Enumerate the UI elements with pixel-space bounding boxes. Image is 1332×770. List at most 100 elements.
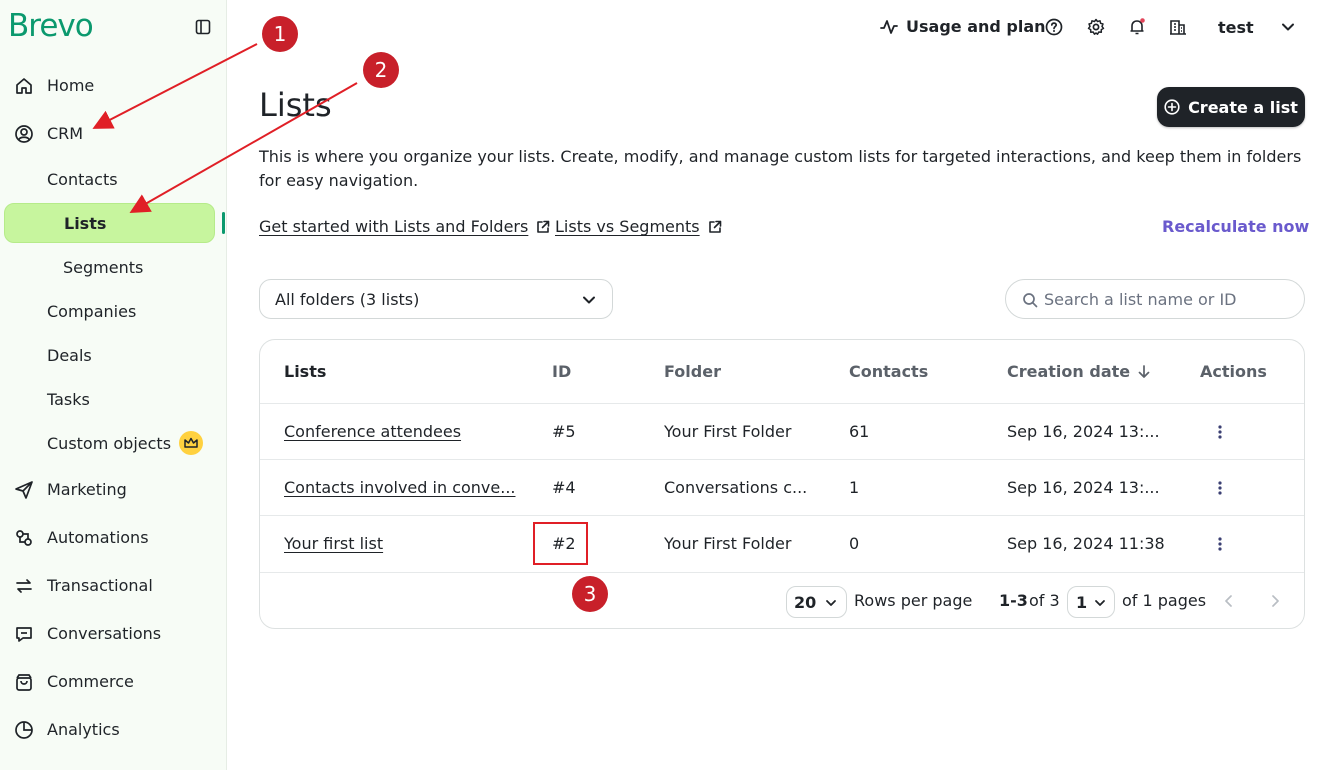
send-icon (15, 481, 33, 499)
sidebar-item-conversations[interactable]: Conversations (0, 611, 227, 655)
search-icon (1023, 293, 1038, 308)
sidebar-item-lists[interactable]: Lists (4, 203, 215, 243)
list-folder: Conversations c... (664, 478, 808, 497)
sidebar-item-companies[interactable]: Companies (0, 291, 227, 331)
bag-icon (16, 674, 32, 691)
brand-logo[interactable]: Brevo (8, 8, 94, 44)
more-actions-icon[interactable] (1218, 424, 1222, 440)
usage-and-plan-button[interactable]: Usage and plan (880, 17, 1046, 36)
sidebar-item-crm[interactable]: CRM (0, 111, 227, 155)
annotation-step-3: 3 (572, 576, 608, 612)
list-name-link[interactable]: Contacts involved in conve... (284, 478, 515, 497)
annotation-step-2: 2 (363, 52, 399, 88)
sidebar-item-home[interactable]: Home (0, 63, 227, 107)
sidebar: Brevo Home CRM Contacts Lists Segments C… (0, 0, 227, 770)
sidebar-item-label: Conversations (47, 623, 162, 643)
list-name-link[interactable]: Your first list (284, 534, 383, 553)
more-actions-icon[interactable] (1218, 480, 1222, 496)
rows-per-page-value: 20 (794, 592, 817, 612)
sidebar-item-contacts[interactable]: Contacts (0, 159, 227, 199)
create-list-button[interactable]: Create a list (1157, 87, 1305, 127)
sidebar-item-automations[interactable]: Automations (0, 515, 227, 559)
bell-icon[interactable] (1128, 18, 1146, 36)
chevron-right-icon[interactable] (1270, 595, 1280, 607)
list-contacts: 61 (849, 422, 870, 441)
list-id: #5 (552, 422, 576, 441)
list-folder: Your First Folder (664, 534, 792, 553)
list-contacts: 1 (849, 478, 860, 497)
rows-per-page-select[interactable]: 20 (786, 586, 847, 618)
building-icon[interactable] (1169, 18, 1187, 36)
scroll-indicator (222, 212, 225, 234)
automation-icon (16, 530, 32, 546)
column-header-actions: Actions (1200, 362, 1267, 381)
list-contacts: 0 (849, 534, 860, 553)
annotation-step-1: 1 (262, 16, 298, 52)
external-link-icon (708, 220, 721, 233)
search-box (1005, 279, 1305, 319)
list-creation-date: Sep 16, 2024 11:38 (1007, 534, 1165, 553)
get-started-link-label: Get started with Lists and Folders (259, 217, 529, 236)
search-input[interactable] (1044, 288, 1294, 310)
sidebar-item-label: Custom objects (47, 433, 172, 453)
sidebar-item-commerce[interactable]: Commerce (0, 659, 227, 703)
help-icon[interactable] (1045, 18, 1063, 36)
page-title: Lists (259, 86, 332, 124)
list-creation-date: Sep 16, 2024 13:... (1007, 478, 1160, 497)
sidebar-item-label: CRM (47, 123, 84, 143)
sidebar-item-label: Tasks (47, 389, 90, 409)
page-description: This is where you organize your lists. C… (259, 147, 1302, 190)
sidebar-item-segments[interactable]: Segments (0, 247, 227, 287)
get-started-link[interactable]: Get started with Lists and Folders (259, 217, 550, 236)
column-header-id[interactable]: ID (552, 362, 571, 381)
sidebar-toggle-icon[interactable] (195, 19, 211, 35)
lists-vs-segments-link[interactable]: Lists vs Segments (555, 217, 722, 236)
lists-table: Lists ID Folder Contacts Creation date A… (259, 339, 1305, 629)
recalculate-now-button[interactable]: Recalculate now (1162, 217, 1309, 236)
chevron-down-icon (1095, 600, 1105, 606)
user-circle-icon (15, 125, 33, 143)
column-header-creation-date[interactable]: Creation date (1007, 362, 1150, 381)
table-row: Your first list #2 Your First Folder 0 S… (260, 515, 1304, 571)
sidebar-item-label: Transactional (47, 575, 153, 595)
crown-icon (179, 431, 203, 455)
column-header-contacts[interactable]: Contacts (849, 362, 928, 381)
column-header-label: Creation date (1007, 362, 1131, 381)
sidebar-item-label: Contacts (47, 169, 118, 189)
sidebar-item-marketing[interactable]: Marketing (0, 467, 227, 511)
page-number-select[interactable]: 1 (1067, 586, 1115, 618)
list-name-link[interactable]: Conference attendees (284, 422, 461, 441)
chevron-down-icon (826, 600, 836, 606)
column-header-lists[interactable]: Lists (284, 362, 326, 381)
sidebar-item-label: Analytics (47, 719, 120, 739)
more-actions-icon[interactable] (1218, 536, 1222, 552)
chevron-left-icon[interactable] (1224, 595, 1234, 607)
column-header-folder[interactable]: Folder (664, 362, 721, 381)
page-range-total: of 3 (1029, 591, 1060, 610)
sort-descending-icon (1138, 364, 1150, 378)
create-list-label: Create a list (1188, 97, 1298, 117)
table-pagination: 20 Rows per page 1-3 of 3 1 of 1 pages (260, 572, 1304, 628)
gear-icon[interactable] (1087, 18, 1105, 36)
activity-icon (880, 19, 898, 34)
rows-per-page-label: Rows per page (854, 591, 973, 610)
folder-filter-select[interactable]: All folders (3 lists) (259, 279, 613, 319)
sidebar-item-label: Marketing (47, 479, 127, 499)
list-id: #4 (552, 478, 576, 497)
sidebar-item-label: Lists (64, 214, 107, 233)
sidebar-item-label: Commerce (47, 671, 134, 691)
account-name[interactable]: test (1218, 18, 1254, 37)
plus-circle-icon (1164, 99, 1180, 115)
page-number-value: 1 (1076, 592, 1088, 612)
sidebar-item-label: Automations (47, 527, 149, 547)
chat-icon (16, 627, 32, 642)
chevron-down-icon (583, 296, 595, 304)
pages-label: of 1 pages (1122, 591, 1207, 610)
sidebar-item-tasks[interactable]: Tasks (0, 379, 227, 419)
list-creation-date: Sep 16, 2024 13:... (1007, 422, 1160, 441)
sidebar-item-analytics[interactable]: Analytics (0, 707, 227, 751)
sidebar-item-transactional[interactable]: Transactional (0, 563, 227, 607)
usage-label: Usage and plan (906, 17, 1046, 36)
sidebar-item-deals[interactable]: Deals (0, 335, 227, 375)
chevron-down-icon[interactable] (1281, 20, 1295, 34)
